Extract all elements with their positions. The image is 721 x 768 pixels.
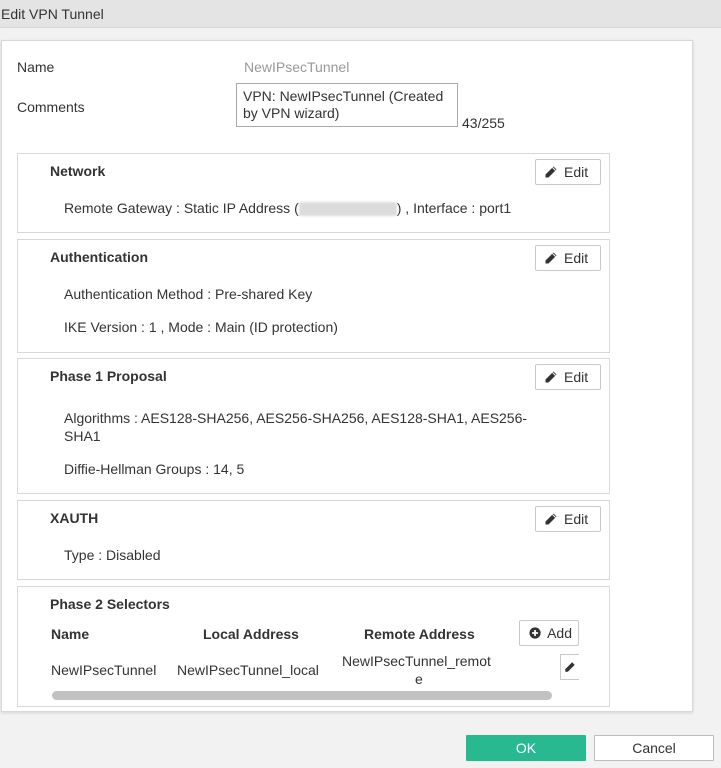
xauth-edit-button[interactable]: Edit: [535, 506, 601, 532]
row-local-cell: NewIPsecTunnel_local: [177, 662, 319, 678]
authentication-edit-label: Edit: [564, 250, 589, 266]
redacted-ip-address: [298, 202, 397, 217]
remote-gateway-prefix: Remote Gateway : Static IP Address (: [64, 200, 299, 216]
name-value: NewIPsecTunnel: [244, 59, 350, 75]
xauth-title: XAUTH: [50, 510, 99, 526]
ike-version-line: IKE Version : 1 , Mode : Main (ID protec…: [64, 319, 338, 335]
comments-label: Comments: [17, 99, 85, 115]
cancel-button[interactable]: Cancel: [594, 735, 714, 761]
name-label: Name: [17, 59, 55, 75]
phase1-section: Phase 1 Proposal Edit Algorithms : AES12…: [17, 358, 610, 494]
column-header-local-address: Local Address: [203, 626, 299, 642]
column-header-name: Name: [51, 626, 90, 642]
xauth-edit-label: Edit: [564, 511, 589, 527]
phase2-title: Phase 2 Selectors: [50, 596, 170, 612]
row-name-cell: NewIPsecTunnel: [51, 662, 157, 678]
xauth-section: XAUTH Edit Type : Disabled: [17, 500, 610, 580]
row-remote-cell-line-1: NewIPsecTunnel_remot: [342, 653, 491, 669]
row-edit-button[interactable]: [560, 654, 579, 680]
pencil-icon: [545, 371, 557, 383]
phase2-add-label: Add: [547, 625, 572, 641]
phase2-add-button[interactable]: Add: [519, 620, 579, 646]
pencil-icon: [545, 166, 557, 178]
dialog-title: Edit VPN Tunnel: [1, 6, 104, 22]
dh-groups-line: Diffie-Hellman Groups : 14, 5: [64, 461, 245, 477]
algorithms-line-1: Algorithms : AES128-SHA256, AES256-SHA25…: [64, 410, 528, 426]
dialog-title-bar: Edit VPN Tunnel: [0, 0, 721, 28]
column-header-remote-address: Remote Address: [364, 626, 475, 642]
comments-counter: 43/255: [462, 115, 505, 131]
remote-gateway-line: Remote Gateway : Static IP Address ( ) , …: [64, 199, 511, 217]
pencil-icon: [545, 252, 557, 264]
pencil-icon: [565, 662, 575, 672]
edit-vpn-tunnel-panel: Name NewIPsecTunnel Comments VPN: NewIPs…: [1, 40, 693, 712]
horizontal-scrollbar[interactable]: [52, 691, 552, 700]
row-remote-cell-line-2: e: [415, 671, 423, 687]
authentication-edit-button[interactable]: Edit: [535, 245, 601, 271]
network-edit-button[interactable]: Edit: [535, 159, 601, 185]
xauth-type-line: Type : Disabled: [64, 547, 161, 563]
authentication-section: Authentication Edit Authentication Metho…: [17, 239, 610, 353]
phase1-edit-button[interactable]: Edit: [535, 364, 601, 390]
pencil-icon: [545, 513, 557, 525]
ok-button[interactable]: OK: [466, 735, 586, 761]
algorithms-line-2: SHA1: [64, 428, 101, 444]
network-edit-label: Edit: [564, 164, 589, 180]
auth-method-line: Authentication Method : Pre-shared Key: [64, 286, 313, 302]
authentication-title: Authentication: [50, 249, 148, 265]
network-section: Network Edit Remote Gateway : Static IP …: [17, 153, 610, 233]
phase1-title: Phase 1 Proposal: [50, 368, 167, 384]
phase2-section: Phase 2 Selectors Name Local Address Rem…: [17, 586, 610, 707]
network-title: Network: [50, 163, 106, 179]
comments-textarea[interactable]: VPN: NewIPsecTunnel (Created by VPN wiza…: [236, 83, 458, 127]
remote-gateway-suffix: ) , Interface : port1: [396, 200, 512, 216]
plus-circle-icon: [529, 627, 541, 639]
phase1-edit-label: Edit: [564, 369, 589, 385]
